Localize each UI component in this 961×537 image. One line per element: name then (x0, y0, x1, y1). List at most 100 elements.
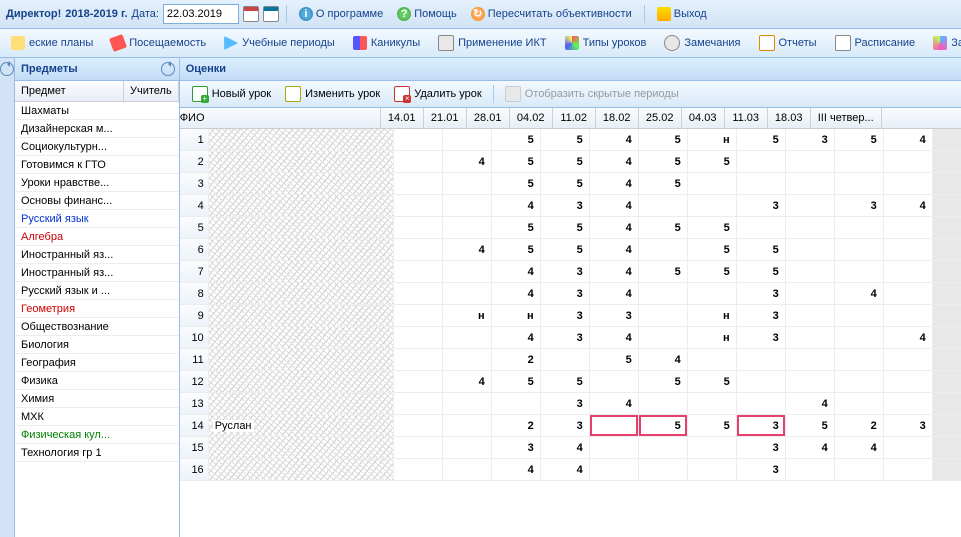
grade-cell[interactable]: 5 (492, 173, 541, 194)
exit-button[interactable]: Выход (652, 5, 712, 23)
grade-cell[interactable]: 3 (541, 261, 590, 282)
grade-cell[interactable] (590, 415, 639, 436)
grade-cell[interactable] (786, 239, 835, 260)
grade-cell[interactable]: 3 (541, 195, 590, 216)
grade-cell[interactable] (786, 327, 835, 348)
menu-sub[interactable]: Замен (925, 33, 961, 53)
grade-cell[interactable]: 5 (541, 371, 590, 392)
grade-cell[interactable] (639, 437, 688, 458)
grade-cell[interactable]: 5 (835, 129, 884, 150)
grade-cell[interactable]: 3 (835, 195, 884, 216)
grade-cell[interactable]: 4 (443, 239, 492, 260)
grade-cell[interactable] (639, 305, 688, 326)
col-date[interactable]: 04.03 (682, 108, 725, 128)
grade-cell[interactable]: 4 (492, 195, 541, 216)
grade-cell[interactable] (884, 371, 933, 392)
grade-cell[interactable] (835, 151, 884, 172)
grade-cell[interactable]: 5 (492, 239, 541, 260)
subject-row[interactable]: Обществознание (15, 318, 179, 336)
grade-cell[interactable]: 5 (639, 261, 688, 282)
grade-cell[interactable] (786, 283, 835, 304)
subject-row[interactable]: Русский язык и ... (15, 282, 179, 300)
grade-cell[interactable]: н (688, 129, 737, 150)
grade-cell[interactable] (394, 349, 443, 370)
grade-cell[interactable] (835, 239, 884, 260)
grade-cell[interactable] (394, 151, 443, 172)
grade-cell[interactable]: 2 (492, 349, 541, 370)
show-hidden-button[interactable]: Отобразить скрытые периоды (499, 84, 685, 104)
grade-cell[interactable]: 5 (737, 239, 786, 260)
grade-cell[interactable] (443, 283, 492, 304)
grade-cell[interactable]: 4 (590, 129, 639, 150)
grade-cell[interactable] (786, 459, 835, 480)
grade-cell[interactable] (835, 217, 884, 238)
grade-cell[interactable] (394, 393, 443, 414)
grade-cell[interactable]: 4 (492, 283, 541, 304)
grade-cell[interactable]: 5 (786, 415, 835, 436)
grade-cell[interactable] (737, 217, 786, 238)
grade-cell[interactable]: 4 (835, 283, 884, 304)
grade-cell[interactable] (835, 327, 884, 348)
grade-cell[interactable] (443, 415, 492, 436)
subject-row[interactable]: Алгебра (15, 228, 179, 246)
grade-cell[interactable]: 3 (492, 437, 541, 458)
grade-cell[interactable] (688, 283, 737, 304)
subject-row[interactable]: Химия (15, 390, 179, 408)
grade-cell[interactable] (737, 173, 786, 194)
grade-cell[interactable]: 3 (541, 283, 590, 304)
subject-row[interactable]: Дизайнерская м... (15, 120, 179, 138)
col-date[interactable]: 18.02 (596, 108, 639, 128)
grade-row[interactable]: 14Руслан235535233 (3.50) (180, 415, 961, 437)
grade-cell[interactable]: 5 (639, 371, 688, 392)
grade-cell[interactable] (884, 151, 933, 172)
grade-cell[interactable] (737, 393, 786, 414)
subject-row[interactable]: МХК (15, 408, 179, 426)
grade-cell[interactable] (737, 151, 786, 172)
grade-row[interactable]: 9нн33н33 (3.00) (180, 305, 961, 327)
grade-cell[interactable]: 5 (639, 129, 688, 150)
grade-cell[interactable] (443, 437, 492, 458)
grade-cell[interactable] (835, 393, 884, 414)
grade-cell[interactable] (394, 129, 443, 150)
grade-row[interactable]: 15343444 (3.60) (180, 437, 961, 459)
grade-cell[interactable] (443, 261, 492, 282)
menu-vacation[interactable]: Каникулы (345, 33, 428, 53)
grade-cell[interactable] (884, 217, 933, 238)
grade-cell[interactable] (394, 305, 443, 326)
grade-cell[interactable]: 4 (590, 217, 639, 238)
grade-row[interactable]: 133444 (3.67) (180, 393, 961, 415)
grade-cell[interactable] (884, 305, 933, 326)
grade-cell[interactable] (786, 151, 835, 172)
grade-cell[interactable]: 5 (688, 261, 737, 282)
grade-cell[interactable]: 5 (737, 129, 786, 150)
grade-cell[interactable] (590, 371, 639, 392)
grade-cell[interactable] (786, 349, 835, 370)
new-lesson-button[interactable]: Новый урок (186, 84, 277, 104)
grade-cell[interactable] (443, 327, 492, 348)
grade-row[interactable]: 5554555 (4.80) (180, 217, 961, 239)
subject-row[interactable]: Основы финанс... (15, 192, 179, 210)
grade-cell[interactable]: 4 (492, 459, 541, 480)
grade-cell[interactable]: 5 (688, 151, 737, 172)
grade-cell[interactable]: 5 (492, 217, 541, 238)
grade-cell[interactable]: н (688, 305, 737, 326)
grade-cell[interactable] (884, 393, 933, 414)
grade-cell[interactable]: 5 (541, 239, 590, 260)
grade-row[interactable]: 8434344 (3.60) (180, 283, 961, 305)
grade-cell[interactable] (884, 173, 933, 194)
grade-cell[interactable] (639, 459, 688, 480)
grade-cell[interactable] (884, 349, 933, 370)
grade-cell[interactable]: 5 (541, 217, 590, 238)
grade-cell[interactable]: 4 (835, 437, 884, 458)
grade-row[interactable]: 15545н53545 (4.50) (180, 129, 961, 151)
grade-cell[interactable]: 5 (492, 129, 541, 150)
grade-cell[interactable]: 4 (639, 349, 688, 370)
edit-lesson-button[interactable]: Изменить урок (279, 84, 386, 104)
grade-cell[interactable]: 4 (443, 151, 492, 172)
grade-cell[interactable]: 4 (590, 393, 639, 414)
col-date[interactable]: 11.03 (725, 108, 768, 128)
grade-row[interactable]: 64554555 (4.67) (180, 239, 961, 261)
delete-lesson-button[interactable]: Удалить урок (388, 84, 487, 104)
refresh-left-icon[interactable] (0, 62, 14, 76)
grade-cell[interactable] (492, 393, 541, 414)
